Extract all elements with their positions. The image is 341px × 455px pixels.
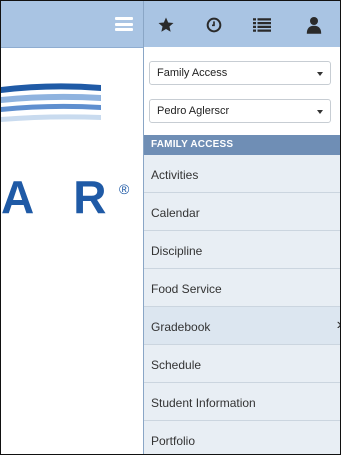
nav-item-label: Activities: [151, 168, 199, 182]
logo-stripes: [1, 83, 101, 122]
nav-item-food-service[interactable]: Food Service: [144, 269, 340, 307]
registered-mark: ®: [119, 181, 130, 197]
nav-item-schedule[interactable]: Schedule: [144, 345, 340, 383]
selector-area: Family Access Pedro Aglerscr: [144, 47, 340, 135]
nav-item-label: Gradebook: [151, 320, 211, 334]
brand-logo-text: A R D ®: [1, 169, 181, 225]
side-panel: Family Access Pedro Aglerscr FAMILY ACCE…: [144, 1, 340, 454]
nav-item-label: Food Service: [151, 282, 222, 296]
list-icon[interactable]: [251, 14, 273, 36]
nav-item-activities[interactable]: Activities: [144, 155, 340, 193]
panel-toolbar: [144, 1, 340, 48]
app-select-value: Family Access: [157, 67, 228, 79]
nav-item-discipline[interactable]: Discipline: [144, 231, 340, 269]
student-select-dropdown[interactable]: Pedro Aglerscr: [149, 99, 331, 123]
section-title: FAMILY ACCESS: [151, 139, 234, 150]
app-select-dropdown[interactable]: Family Access: [149, 61, 331, 85]
star-icon[interactable]: [155, 14, 177, 36]
nav-item-calendar[interactable]: Calendar: [144, 193, 340, 231]
chevron-down-icon: [317, 110, 323, 114]
app-frame: A R D ® Family Access Pedro Aglerscr FAM…: [0, 0, 341, 455]
nav-item-label: Discipline: [151, 244, 203, 258]
left-header-bar: [1, 1, 143, 48]
hamburger-menu-icon[interactable]: [115, 17, 133, 31]
nav-item-gradebook[interactable]: Gradebook ›: [144, 307, 340, 345]
section-header-family-access: FAMILY ACCESS: [144, 135, 340, 155]
nav-item-student-information[interactable]: Student Information: [144, 383, 340, 421]
user-icon[interactable]: [303, 14, 325, 36]
chevron-down-icon: [317, 72, 323, 76]
nav-list: Activities Calendar Discipline Food Serv…: [144, 155, 340, 454]
student-select-value: Pedro Aglerscr: [157, 105, 230, 117]
clock-icon[interactable]: [203, 14, 225, 36]
nav-item-label: Student Information: [151, 396, 256, 410]
chevron-right-icon: ›: [337, 316, 340, 334]
nav-item-portfolio[interactable]: Portfolio: [144, 421, 340, 454]
nav-item-label: Calendar: [151, 206, 200, 220]
nav-item-label: Portfolio: [151, 434, 196, 448]
nav-item-label: Schedule: [151, 358, 202, 372]
